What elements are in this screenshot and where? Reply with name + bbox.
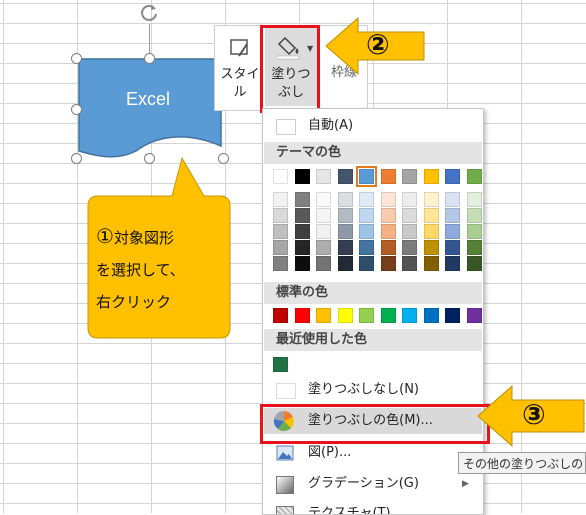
shape-outline	[78, 58, 222, 158]
style-label-2: ル	[233, 85, 247, 100]
callout-line2: を選択して、	[96, 261, 185, 279]
handle-bl[interactable]	[71, 153, 82, 164]
tooltip: その他の塗りつぶしの	[458, 452, 586, 474]
rotate-icon	[141, 5, 157, 21]
more-colors-highlight	[260, 404, 490, 444]
gradient-label: グラデーション(G)	[308, 476, 419, 491]
chevron-right-icon: ▶	[462, 479, 469, 489]
tooltip-text: その他の塗りつぶしの	[463, 457, 584, 471]
callout-line1: 対象図形	[113, 229, 174, 247]
fill-button-highlight	[260, 25, 320, 113]
step2-arrow: ②	[324, 16, 428, 76]
style-label-1: スタイ	[220, 67, 260, 82]
fill-color-menu: 自動(A) テーマの色 標準の色 最近使用した色 塗りつぶしなし(N) 塗りつぶ…	[262, 108, 484, 515]
step3-label: ③	[522, 398, 546, 431]
callout-number: ①	[96, 224, 114, 248]
no-fill-swatch	[276, 383, 296, 399]
handle-tl[interactable]	[71, 53, 82, 64]
menu-item-no-fill[interactable]: 塗りつぶしなし(N)	[264, 377, 482, 403]
menu-item-gradient[interactable]: グラデーション(G) ▶	[264, 471, 482, 497]
no-fill-label: 塗りつぶしなし(N)	[308, 382, 419, 397]
gradient-icon	[276, 476, 294, 494]
handle-tm[interactable]	[144, 53, 155, 64]
step2-label: ②	[366, 28, 390, 61]
texture-icon	[276, 506, 294, 514]
shape-label: Excel	[126, 89, 171, 109]
callout-line3: 右クリック	[96, 293, 172, 311]
picture-icon	[276, 445, 294, 461]
excel-shape[interactable]: Excel	[76, 56, 226, 164]
step3-arrow: ③	[476, 384, 586, 448]
style-button[interactable]: スタイ ル	[217, 28, 263, 106]
style-icon	[230, 39, 248, 57]
handle-ml[interactable]	[71, 104, 82, 115]
callout-bubble: ①対象図形 を選択して、 右クリック	[84, 150, 234, 340]
rotate-handle[interactable]	[140, 4, 160, 24]
recent-color-swatch[interactable]	[273, 357, 288, 372]
recent-colors-row	[263, 109, 483, 379]
